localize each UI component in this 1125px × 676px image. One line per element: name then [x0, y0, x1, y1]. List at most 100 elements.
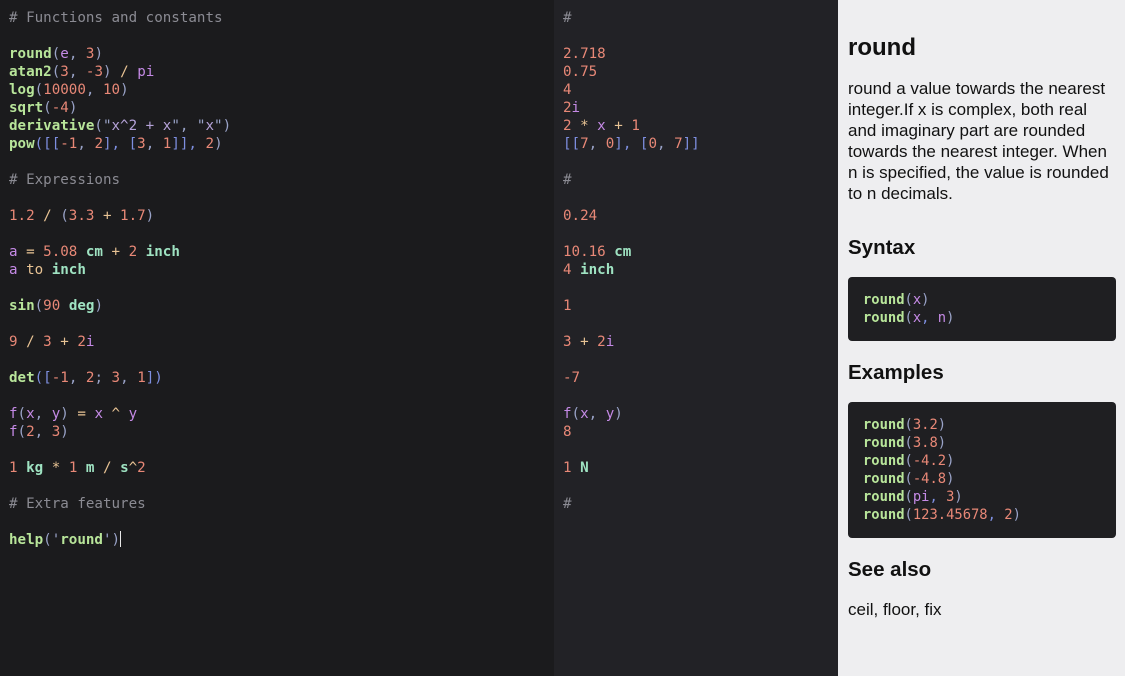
editor-line[interactable]: 9 / 3 + 2i	[9, 333, 231, 351]
result-line	[563, 351, 700, 369]
editor-line[interactable]: round(e, 3)	[9, 45, 231, 63]
token-num: 2	[137, 460, 146, 476]
token-var: x	[94, 406, 103, 422]
syntax-code-block: round(x) round(x, n)	[848, 277, 1116, 341]
token-op	[606, 244, 615, 260]
token-unit: inch	[51, 262, 86, 278]
token-punc: )	[68, 100, 78, 116]
editor-line[interactable]: sqrt(-4)	[9, 99, 231, 117]
token-num: -4.2	[912, 453, 947, 469]
token-comment: #	[563, 172, 572, 188]
token-punc: (	[51, 46, 61, 62]
editor-line[interactable]	[9, 315, 231, 333]
token-punc: )	[946, 453, 955, 469]
token-num: -1	[60, 136, 78, 152]
result-line: #	[563, 171, 700, 189]
result-line: 0.75	[563, 63, 700, 81]
editor-line[interactable]: # Extra features	[9, 495, 231, 513]
token-num: 5.08	[43, 244, 78, 260]
token-op: ^	[128, 460, 138, 476]
token-num: -7	[563, 370, 581, 386]
token-punc: )	[921, 292, 930, 308]
token-brk: ]],	[171, 136, 206, 152]
token-num: 2	[1004, 507, 1013, 523]
editor-line[interactable]	[9, 279, 231, 297]
see-also-heading: See also	[848, 558, 932, 581]
token-punc: (	[904, 435, 913, 451]
editor-line[interactable]	[9, 441, 231, 459]
example-line: round(3.2)	[863, 416, 1101, 434]
result-line: #	[563, 495, 700, 513]
editor-line[interactable]: help('round')	[9, 531, 231, 549]
token-var: x	[597, 118, 606, 134]
token-punc: )	[60, 406, 69, 422]
token-punc: ,	[657, 136, 675, 152]
token-fn: sin	[9, 298, 35, 314]
token-var: y	[128, 406, 138, 422]
token-punc: (	[904, 310, 913, 326]
editor-line[interactable]: a = 5.08 cm + 2 inch	[9, 243, 231, 261]
editor-line[interactable]: f(x, y) = x ^ y	[9, 405, 231, 423]
token-num: 0.75	[563, 64, 598, 80]
result-line: -7	[563, 369, 700, 387]
editor-line[interactable]	[9, 513, 231, 531]
token-punc: ')	[102, 532, 121, 548]
editor-line[interactable]	[9, 27, 231, 45]
editor-line[interactable]: f(2, 3)	[9, 423, 231, 441]
token-fn: derivative	[9, 118, 95, 134]
token-num: 3.8	[912, 435, 938, 451]
token-punc: ,	[77, 136, 95, 152]
token-num: 123.45678	[912, 507, 988, 523]
token-brk: ]]	[682, 136, 700, 152]
result-line: 8	[563, 423, 700, 441]
editor-line[interactable]	[9, 351, 231, 369]
token-op: +	[571, 334, 598, 350]
editor-line[interactable]	[9, 189, 231, 207]
editor-line[interactable]: det([-1, 2; 3, 1])	[9, 369, 231, 387]
token-str: x	[205, 118, 215, 134]
result-line: 1 N	[563, 459, 700, 477]
example-line: round(123.45678, 2)	[863, 506, 1101, 524]
expression-editor[interactable]: # Functions and constants round(e, 3) ata…	[0, 0, 554, 676]
editor-line[interactable]	[9, 153, 231, 171]
result-line: [[7, 0], [0, 7]]	[563, 135, 700, 153]
token-num: 10	[102, 82, 121, 98]
editor-line[interactable]: atan2(3, -3) / pi	[9, 63, 231, 81]
token-punc: ,	[145, 136, 163, 152]
editor-line[interactable]: pow([[-1, 2], [3, 1]], 2)	[9, 135, 231, 153]
token-brk: ([[	[34, 136, 61, 152]
editor-line[interactable]: derivative("x^2 + x", "x")	[9, 117, 231, 135]
token-fn: det	[9, 370, 35, 386]
token-punc: )	[145, 208, 155, 224]
token-punc: (	[904, 489, 913, 505]
editor-line[interactable]	[9, 477, 231, 495]
editor-line[interactable]: 1 kg * 1 m / s^2	[9, 459, 231, 477]
token-punc: )	[946, 471, 955, 487]
token-num: 10000	[43, 82, 86, 98]
token-op: +	[51, 334, 78, 350]
syntax-line: round(x, n)	[863, 309, 1101, 327]
editor-line[interactable]	[9, 387, 231, 405]
example-line: round(-4.8)	[863, 470, 1101, 488]
editor-line[interactable]: a to inch	[9, 261, 231, 279]
results-code: # 2.718 0.75 4 2i 2 * x + 1 [[7, 0], [0, 7]] …	[563, 9, 700, 513]
token-punc: (	[43, 100, 52, 116]
editor-line[interactable]: sin(90 deg)	[9, 297, 231, 315]
token-punc: )	[954, 489, 963, 505]
token-num: 1	[563, 298, 572, 314]
token-fn: round	[60, 532, 103, 548]
token-punc: ,	[68, 370, 86, 386]
editor-line[interactable]: # Functions and constants	[9, 9, 231, 27]
result-line: f(x, y)	[563, 405, 700, 423]
editor-line[interactable]: # Expressions	[9, 171, 231, 189]
editor-line[interactable]: log(10000, 10)	[9, 81, 231, 99]
token-unit: s	[120, 460, 129, 476]
result-line	[563, 477, 700, 495]
editor-code[interactable]: # Functions and constants round(e, 3) ata…	[9, 9, 231, 549]
token-num: 10.16	[563, 244, 606, 260]
editor-line[interactable]	[9, 225, 231, 243]
token-num: 2	[563, 118, 572, 134]
editor-line[interactable]: 1.2 / (3.3 + 1.7)	[9, 207, 231, 225]
token-punc: )	[120, 82, 129, 98]
result-line: #	[563, 9, 700, 27]
